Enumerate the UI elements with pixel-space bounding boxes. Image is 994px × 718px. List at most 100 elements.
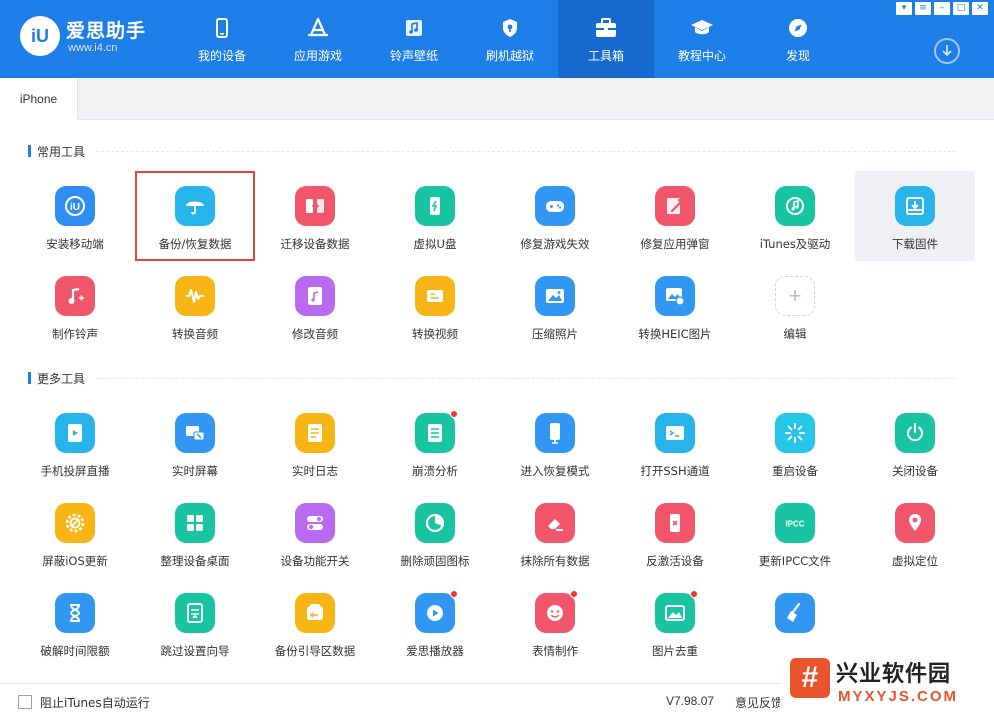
tool-deactivate[interactable]: 反激活设备 [615, 488, 735, 578]
graduation-cap-icon [689, 15, 715, 41]
tool-i4-mobile[interactable]: iU 安装移动端 [15, 171, 135, 261]
nav-apps-games[interactable]: 应用游戏 [270, 0, 366, 78]
tool-video[interactable]: 转换视频 [375, 261, 495, 351]
tool-label: 转换HEIC图片 [638, 327, 712, 341]
app-logo[interactable]: iU 爱思助手 www.i4.cn [20, 14, 160, 64]
close-icon[interactable]: ✕ [972, 2, 988, 15]
download-manager-button[interactable] [934, 38, 960, 64]
nav-my-device[interactable]: 我的设备 [174, 0, 270, 78]
music-note-icon [401, 15, 427, 41]
block-itunes-checkbox[interactable] [18, 695, 32, 709]
nav-tutorials[interactable]: 教程中心 [654, 0, 750, 78]
nav-flash-jailbreak[interactable]: 刷机越狱 [462, 0, 558, 78]
tool-usb-drive[interactable]: 虚拟U盘 [375, 171, 495, 261]
tool-image[interactable]: 压缩照片 [495, 261, 615, 351]
window-controls: ▾ ≡ – □ ✕ [896, 2, 988, 15]
skip-guide-icon [175, 593, 215, 633]
tool-download-box[interactable]: 下载固件 [855, 171, 975, 261]
tool-label: 实时屏幕 [172, 464, 218, 478]
tool-waveform[interactable]: 转换音频 [135, 261, 255, 351]
tool-emoji[interactable]: 表情制作 [495, 578, 615, 668]
tool-label: 下载固件 [892, 237, 938, 251]
tool-label: 编辑 [783, 327, 807, 341]
tool-label: 设备功能开关 [280, 554, 350, 568]
app-store-icon [305, 15, 331, 41]
maximize-icon[interactable]: □ [953, 2, 969, 15]
tool-skip-guide[interactable]: 跳过设置向导 [135, 578, 255, 668]
plus-icon: + [775, 276, 815, 316]
nav-ringtones[interactable]: 铃声壁纸 [366, 0, 462, 78]
shirt-icon[interactable]: ▾ [896, 2, 912, 15]
tool-grid[interactable]: 整理设备桌面 [135, 488, 255, 578]
heic-image-icon [655, 276, 695, 316]
tool-plus[interactable]: + 编辑 [735, 261, 855, 351]
tool-hourglass[interactable]: 破解时间限额 [15, 578, 135, 668]
tool-crash-report[interactable]: 崩溃分析 [375, 398, 495, 488]
tool-log[interactable]: 实时日志 [255, 398, 375, 488]
tool-terminal[interactable]: 打开SSH通道 [615, 398, 735, 488]
nav-toolbox[interactable]: 工具箱 [558, 0, 654, 78]
settings-icon[interactable]: ≡ [915, 2, 931, 15]
tool-umbrella[interactable]: 备份/恢复数据 [135, 171, 255, 261]
tool-power[interactable]: 关闭设备 [855, 398, 975, 488]
tab-iphone[interactable]: iPhone [0, 78, 78, 120]
image-icon [535, 276, 575, 316]
gear-block-icon [55, 503, 95, 543]
arrow-down-icon [942, 45, 952, 57]
device-tabstrip: iPhone [0, 78, 994, 120]
tool-label: 转换视频 [412, 327, 458, 341]
nav-discover[interactable]: 发现 [750, 0, 846, 78]
tool-label: 打开SSH通道 [640, 464, 710, 478]
tool-play[interactable]: 爱思播放器 [375, 578, 495, 668]
svg-text:iU: iU [70, 202, 80, 213]
tool-label: 转换音频 [172, 327, 218, 341]
tool-label: 虚拟定位 [892, 554, 938, 568]
tool-label: 备份/恢复数据 [158, 237, 232, 251]
tool-eraser[interactable]: 抹除所有数据 [495, 488, 615, 578]
transfer-icon [295, 186, 335, 226]
svg-text:IPCC: IPCC [785, 520, 804, 529]
tool-live-screen[interactable]: 实时屏幕 [135, 398, 255, 488]
tool-gamepad[interactable]: 修复游戏失效 [495, 171, 615, 261]
tool-label: 手机投屏直播 [40, 464, 110, 478]
grid-icon [175, 503, 215, 543]
tool-location-pin[interactable]: 虚拟定位 [855, 488, 975, 578]
i4-mobile-icon: iU [55, 186, 95, 226]
location-pin-icon [895, 503, 935, 543]
feedback-link[interactable]: 意见反馈 [735, 694, 783, 711]
compass-icon [785, 15, 811, 41]
eraser-icon [535, 503, 575, 543]
tool-label: 实时日志 [292, 464, 338, 478]
tool-ipcc[interactable]: IPCC 更新IPCC文件 [735, 488, 855, 578]
tool-label: 更新IPCC文件 [758, 554, 832, 568]
usb-drive-icon [415, 186, 455, 226]
tool-pie[interactable]: 删除顽固图标 [375, 488, 495, 578]
block-itunes-label[interactable]: 阻止iTunes自动运行 [40, 694, 150, 711]
pie-icon [415, 503, 455, 543]
tool-restart[interactable]: 重启设备 [735, 398, 855, 488]
tool-audio-file[interactable]: 修改音频 [255, 261, 375, 351]
tool-photo-dedupe[interactable]: 图片去重 [615, 578, 735, 668]
tool-toggle[interactable]: 设备功能开关 [255, 488, 375, 578]
new-badge-dot [690, 590, 698, 598]
tool-gear-block[interactable]: 屏蔽iOS更新 [15, 488, 135, 578]
tool-itunes[interactable]: iTunes及驱动 [735, 171, 855, 261]
tool-boot-backup[interactable]: 备份引导区数据 [255, 578, 375, 668]
minimize-icon[interactable]: – [934, 2, 950, 15]
gamepad-icon [535, 186, 575, 226]
live-screen-icon [175, 413, 215, 453]
tool-heic-image[interactable]: 转换HEIC图片 [615, 261, 735, 351]
tool-wrench[interactable]: 修复应用弹窗 [615, 171, 735, 261]
new-badge-dot [570, 590, 578, 598]
tool-bell-music[interactable]: 制作铃声 [15, 261, 135, 351]
brand-url: www.i4.cn [68, 42, 118, 54]
tool-transfer[interactable]: 迁移设备数据 [255, 171, 375, 261]
tool-recovery-phone[interactable]: 进入恢复模式 [495, 398, 615, 488]
boot-backup-icon [295, 593, 335, 633]
watermark: # 兴业软件园 MYXYJS.COM [780, 646, 994, 718]
ipcc-icon: IPCC [775, 503, 815, 543]
tool-label: 修复应用弹窗 [640, 237, 710, 251]
version-label: V7.98.07 [666, 694, 715, 708]
toggle-icon [295, 503, 335, 543]
tool-screen-cast[interactable]: 手机投屏直播 [15, 398, 135, 488]
